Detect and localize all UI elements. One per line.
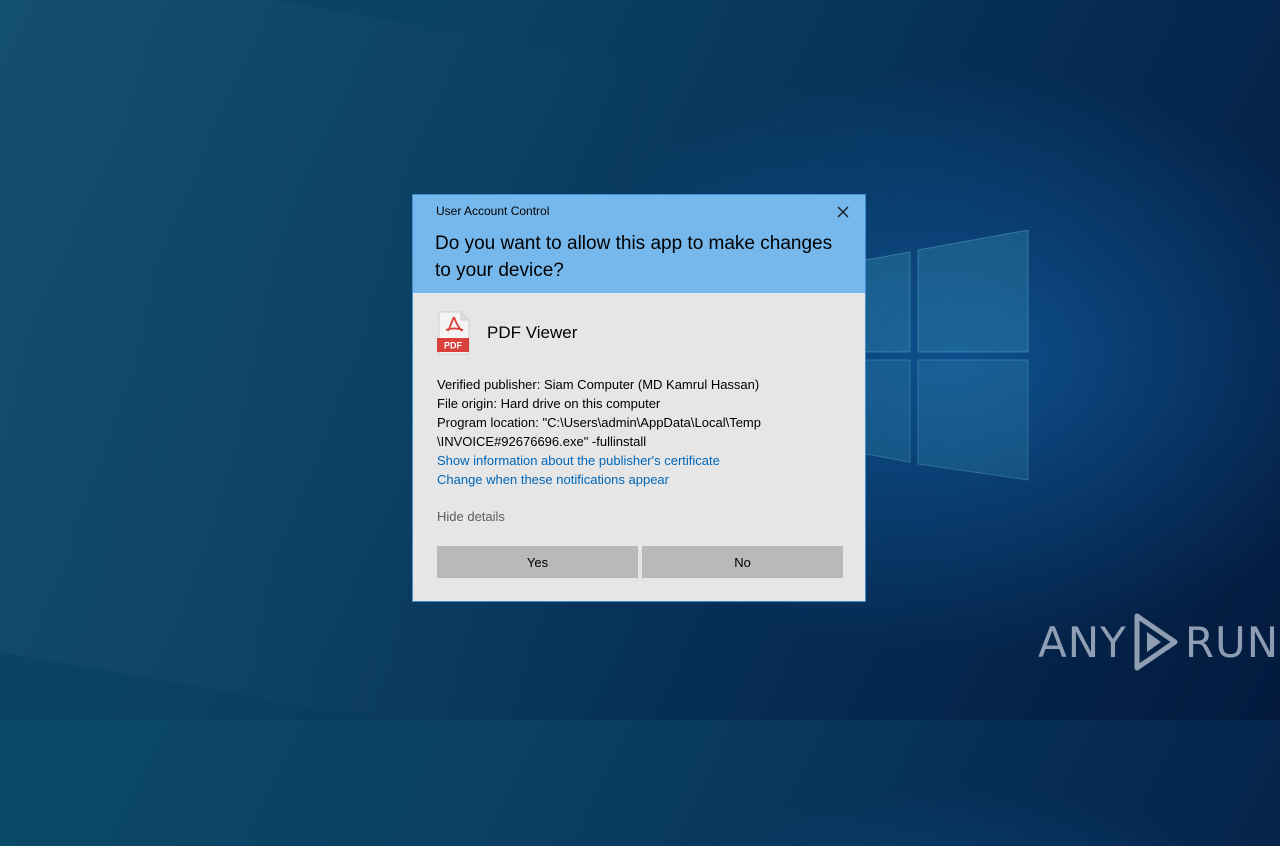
pdf-icon-label: PDF — [444, 341, 463, 351]
play-logo-icon — [1134, 613, 1178, 671]
watermark-left-text: ANY — [1038, 617, 1127, 667]
watermark-right-text: RUN — [1184, 617, 1280, 667]
details-section: Verified publisher: Siam Computer (MD Ka… — [437, 375, 847, 489]
hide-details-link[interactable]: Hide details — [437, 509, 505, 524]
file-origin-text: File origin: Hard drive on this computer — [437, 396, 661, 411]
dialog-question: Do you want to allow this app to make ch… — [435, 233, 833, 281]
close-button[interactable] — [829, 201, 857, 223]
anyrun-watermark: ANY RUN — [1038, 610, 1279, 674]
publisher-text: Verified publisher: Siam Computer (MD Ka… — [437, 377, 760, 392]
app-info-row: PDF PDF Viewer — [437, 311, 577, 355]
yes-button[interactable]: Yes — [437, 546, 638, 578]
program-location-line2: \INVOICE#92676696.exe" -fullinstall — [437, 434, 647, 449]
close-icon — [837, 206, 849, 218]
no-button[interactable]: No — [642, 546, 843, 578]
program-location-line1: Program location: "C:\Users\admin\AppDat… — [437, 415, 761, 430]
uac-header: User Account Control Do you want to allo… — [413, 195, 865, 293]
dialog-title: User Account Control — [436, 204, 550, 218]
uac-dialog: User Account Control Do you want to allo… — [412, 194, 866, 602]
app-name: PDF Viewer — [487, 323, 578, 342]
pdf-icon: PDF — [437, 311, 470, 355]
certificate-link[interactable]: Show information about the publisher's c… — [437, 451, 847, 470]
notifications-link[interactable]: Change when these notifications appear — [437, 470, 847, 489]
